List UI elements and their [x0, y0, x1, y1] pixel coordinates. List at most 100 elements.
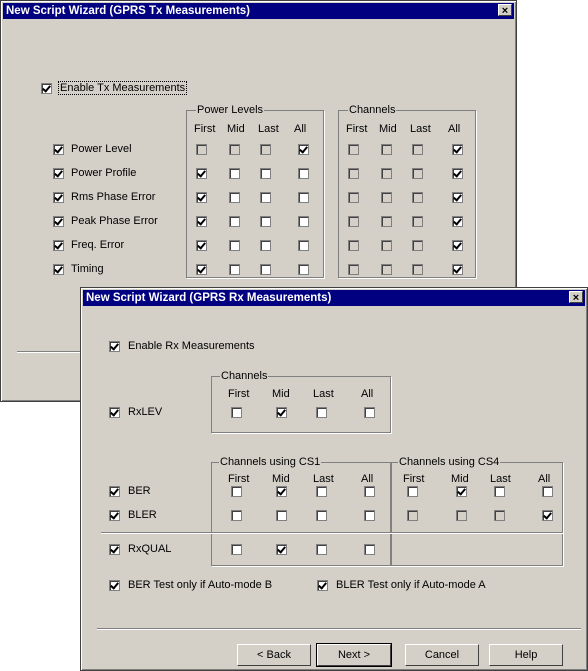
tx-channel-checkbox[interactable]: [452, 192, 463, 203]
power-level-checkbox[interactable]: [229, 264, 240, 275]
rxqual-cs1-checkbox[interactable]: [316, 544, 327, 555]
ber-checkbox[interactable]: [109, 486, 120, 497]
bler-auto-mode-checkbox[interactable]: [317, 580, 328, 591]
rxlev-channel-checkbox[interactable]: [316, 407, 327, 418]
tx-close-button[interactable]: ×: [498, 4, 512, 17]
ber-cs4-checkbox[interactable]: [494, 486, 505, 497]
tx-channel-checkbox[interactable]: [412, 264, 423, 275]
rxlev-channel-checkbox[interactable]: [276, 407, 287, 418]
tx-channel-checkbox[interactable]: [381, 192, 392, 203]
ber-cs4-checkbox[interactable]: [456, 486, 467, 497]
power-level-checkbox[interactable]: [298, 168, 309, 179]
cancel-button[interactable]: Cancel: [405, 644, 479, 666]
power-level-checkbox[interactable]: [229, 144, 240, 155]
rx-title-bar[interactable]: New Script Wizard (GPRS Rx Measurements)…: [83, 290, 585, 306]
tx-channel-checkbox[interactable]: [348, 192, 359, 203]
tx-channel-checkbox[interactable]: [381, 264, 392, 275]
tx-channel-checkbox[interactable]: [452, 216, 463, 227]
bler-cs1-checkbox[interactable]: [276, 510, 287, 521]
tx-measurement-checkbox[interactable]: [53, 264, 64, 275]
power-level-checkbox[interactable]: [260, 240, 271, 251]
tx-channel-checkbox[interactable]: [412, 240, 423, 251]
bler-cs1-checkbox[interactable]: [316, 510, 327, 521]
tx-channel-checkbox[interactable]: [381, 144, 392, 155]
rxlev-channel-checkbox[interactable]: [364, 407, 375, 418]
power-level-checkbox[interactable]: [196, 168, 207, 179]
tx-channel-checkbox[interactable]: [348, 216, 359, 227]
rx-close-button[interactable]: ×: [569, 291, 583, 304]
tx-channel-checkbox[interactable]: [381, 216, 392, 227]
cs4-title: Channels using CS4: [398, 456, 501, 468]
tx-channel-checkbox[interactable]: [348, 264, 359, 275]
tx-channel-checkbox[interactable]: [452, 240, 463, 251]
next-button[interactable]: Next >: [316, 643, 392, 667]
power-level-checkbox[interactable]: [298, 240, 309, 251]
tx-measurement-checkbox[interactable]: [53, 144, 64, 155]
rxqual-checkbox[interactable]: [109, 544, 120, 555]
power-level-checkbox[interactable]: [298, 264, 309, 275]
power-level-checkbox[interactable]: [260, 264, 271, 275]
tx-channel-checkbox[interactable]: [412, 168, 423, 179]
power-level-checkbox[interactable]: [229, 240, 240, 251]
tx-measurement-checkbox[interactable]: [53, 240, 64, 251]
rxlev-checkbox[interactable]: [109, 407, 120, 418]
tx-channel-checkbox[interactable]: [412, 144, 423, 155]
tx-channel-checkbox[interactable]: [348, 168, 359, 179]
rxqual-cs1-checkbox[interactable]: [364, 544, 375, 555]
power-level-checkbox[interactable]: [229, 192, 240, 203]
rxlev-channel-checkbox[interactable]: [231, 407, 242, 418]
power-level-checkbox[interactable]: [260, 168, 271, 179]
rx-separator: [97, 628, 581, 630]
rxqual-cs1-checkbox[interactable]: [231, 544, 242, 555]
tx-channel-checkbox[interactable]: [452, 264, 463, 275]
tx-measurement-checkbox[interactable]: [53, 216, 64, 227]
ber-cs4-checkbox[interactable]: [407, 486, 418, 497]
tx-title-bar[interactable]: New Script Wizard (GPRS Tx Measurements)…: [3, 3, 514, 19]
power-level-checkbox[interactable]: [196, 192, 207, 203]
tx-measurement-checkbox[interactable]: [53, 192, 64, 203]
rxqual-cs1-checkbox[interactable]: [276, 544, 287, 555]
tx-channel-checkbox[interactable]: [348, 144, 359, 155]
power-level-checkbox[interactable]: [260, 192, 271, 203]
bler-checkbox[interactable]: [109, 510, 120, 521]
bler-cs4-checkbox[interactable]: [456, 510, 467, 521]
enable-tx-checkbox[interactable]: [41, 83, 52, 94]
tx-channel-checkbox[interactable]: [412, 216, 423, 227]
channel-col-header: Last: [410, 123, 431, 135]
ber-cs1-checkbox[interactable]: [316, 486, 327, 497]
tx-channel-checkbox[interactable]: [381, 168, 392, 179]
power-level-checkbox[interactable]: [229, 168, 240, 179]
back-button[interactable]: < Back: [237, 644, 311, 666]
help-button[interactable]: Help: [489, 644, 563, 666]
power-level-checkbox[interactable]: [260, 216, 271, 227]
power-level-checkbox[interactable]: [196, 144, 207, 155]
power-level-checkbox[interactable]: [298, 192, 309, 203]
bler-cs1-checkbox[interactable]: [364, 510, 375, 521]
power-level-checkbox[interactable]: [196, 216, 207, 227]
tx-measurement-checkbox[interactable]: [53, 168, 64, 179]
ber-auto-mode-checkbox[interactable]: [109, 580, 120, 591]
ber-cs1-checkbox[interactable]: [364, 486, 375, 497]
bler-cs4-checkbox[interactable]: [407, 510, 418, 521]
tx-channel-checkbox[interactable]: [452, 144, 463, 155]
bler-cs4-checkbox[interactable]: [494, 510, 505, 521]
ber-cs4-checkbox[interactable]: [542, 486, 553, 497]
power-level-checkbox[interactable]: [229, 216, 240, 227]
bler-auto-mode-label: BLER Test only if Auto-mode A: [336, 579, 486, 591]
tx-channel-checkbox[interactable]: [412, 192, 423, 203]
tx-channel-checkbox[interactable]: [381, 240, 392, 251]
tx-channel-checkbox[interactable]: [452, 168, 463, 179]
power-level-checkbox[interactable]: [260, 144, 271, 155]
bler-cs4-checkbox[interactable]: [542, 510, 553, 521]
tx-measurement-label: Rms Phase Error: [71, 191, 156, 203]
power-level-checkbox[interactable]: [298, 144, 309, 155]
power-level-checkbox[interactable]: [298, 216, 309, 227]
bler-cs1-checkbox[interactable]: [231, 510, 242, 521]
tx-channel-checkbox[interactable]: [348, 240, 359, 251]
enable-rx-checkbox[interactable]: [109, 341, 120, 352]
power-level-checkbox[interactable]: [196, 264, 207, 275]
ber-cs1-checkbox[interactable]: [276, 486, 287, 497]
cs1-title: Channels using CS1: [219, 456, 322, 468]
ber-cs1-checkbox[interactable]: [231, 486, 242, 497]
power-level-checkbox[interactable]: [196, 240, 207, 251]
